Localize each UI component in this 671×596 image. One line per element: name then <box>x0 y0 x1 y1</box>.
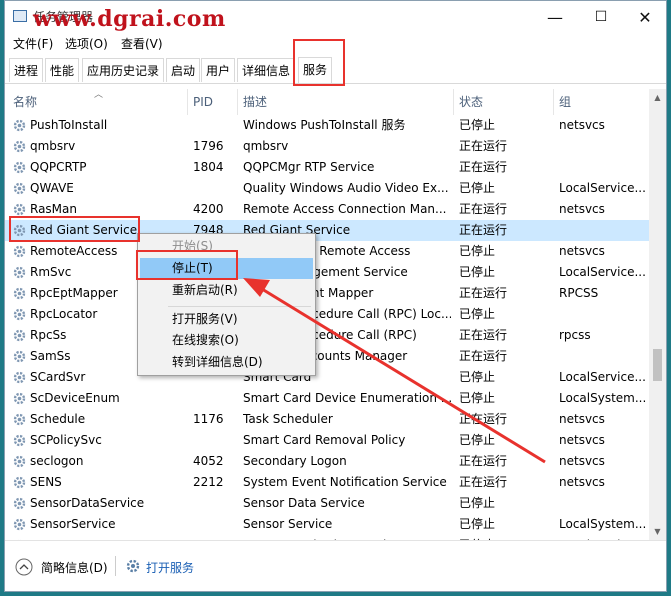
annotation-arrow <box>243 278 546 464</box>
